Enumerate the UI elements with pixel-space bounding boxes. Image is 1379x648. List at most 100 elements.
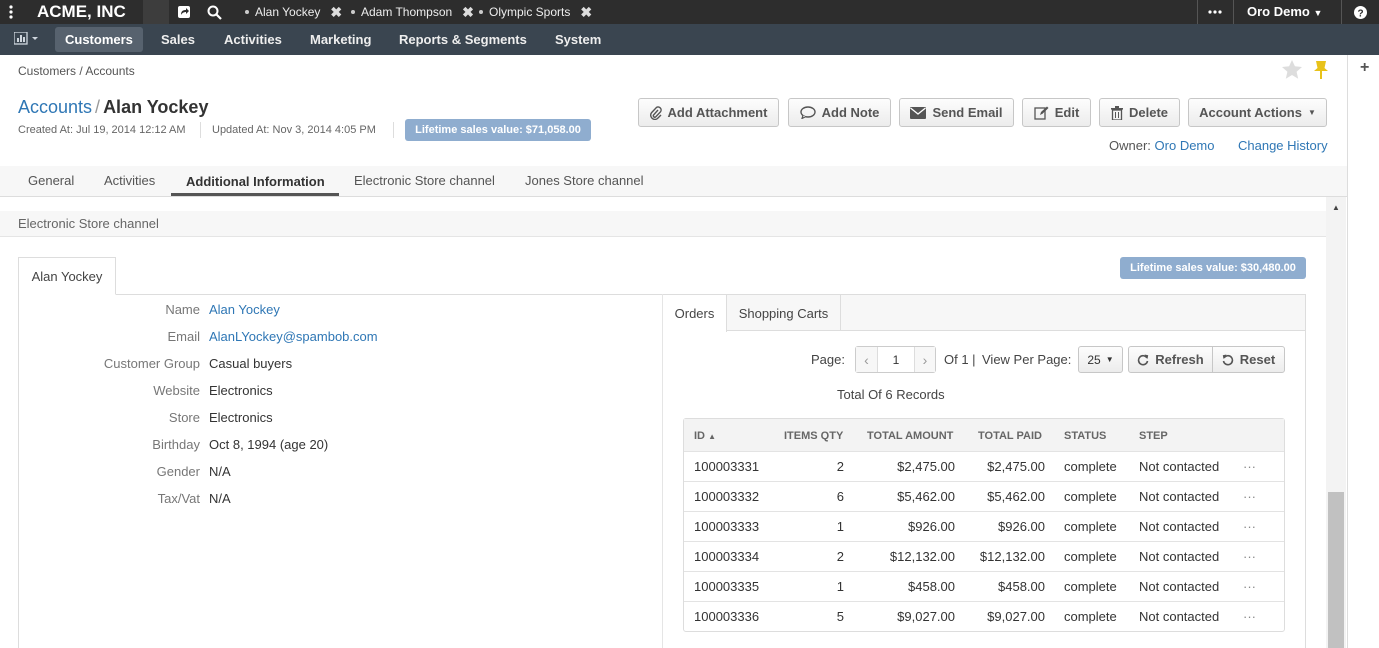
title-separator: / — [95, 97, 101, 117]
divider — [1197, 0, 1198, 24]
column-header-status[interactable]: STATUS — [1064, 430, 1106, 442]
column-header-id[interactable]: ID ▲ — [694, 430, 716, 442]
cell-step: Not contacted — [1139, 519, 1220, 534]
svg-text:?: ? — [1357, 8, 1363, 19]
edit-button[interactable]: Edit — [1022, 98, 1091, 127]
table-row[interactable]: 100003336 5 $9,027.00 $9,027.00 complete… — [684, 601, 1284, 631]
tab-electronic-store-channel[interactable]: Electronic Store channel — [354, 173, 495, 195]
scrollbar-thumb[interactable] — [1328, 492, 1344, 648]
tab-activities[interactable]: Activities — [104, 173, 155, 195]
subtab-orders-label: Orders — [674, 306, 715, 321]
cell-qty: 2 — [836, 549, 844, 564]
cell-id: 100003335 — [694, 579, 760, 594]
send-email-button[interactable]: Send Email — [899, 98, 1014, 127]
customer-tab[interactable]: Alan Yockey — [18, 257, 116, 295]
share-icon[interactable] — [173, 0, 195, 24]
reset-label: Reset — [1239, 352, 1276, 367]
add-attachment-button[interactable]: Add Attachment — [638, 98, 779, 127]
row-actions-icon[interactable]: ··· — [1243, 452, 1256, 482]
add-widget-icon[interactable]: + — [1360, 59, 1369, 77]
field-value-email[interactable]: AlanLYockey@spambob.com — [209, 329, 378, 344]
field-value-name[interactable]: Alan Yockey — [209, 302, 280, 317]
brand-logo[interactable]: ACME, INC — [37, 0, 126, 24]
cell-amount: $2,475.00 — [897, 459, 955, 474]
star-icon[interactable] — [1282, 60, 1302, 82]
delete-button[interactable]: Delete — [1099, 98, 1180, 127]
close-icon[interactable]: ✖ — [580, 4, 592, 21]
nav-marketing[interactable]: Marketing — [300, 27, 381, 52]
row-actions-icon[interactable]: ··· — [1243, 602, 1256, 632]
refresh-button[interactable]: Refresh — [1128, 346, 1213, 373]
table-row[interactable]: 100003331 2 $2,475.00 $2,475.00 complete… — [684, 451, 1284, 481]
page-input[interactable]: 1 — [878, 347, 914, 372]
cell-paid: $9,027.00 — [987, 609, 1045, 624]
table-row[interactable]: 100003334 2 $12,132.00 $12,132.00 comple… — [684, 541, 1284, 571]
column-header-total-amount[interactable]: TOTAL AMOUNT — [867, 430, 953, 442]
refresh-label: Refresh — [1155, 352, 1204, 367]
nav-sales[interactable]: Sales — [151, 27, 205, 52]
refresh-icon — [1138, 354, 1149, 365]
column-header-items-qty[interactable]: ITEMS QTY — [784, 430, 843, 442]
cell-step: Not contacted — [1139, 459, 1220, 474]
subtab-shopping-carts[interactable]: Shopping Carts — [727, 295, 841, 331]
column-header-step[interactable]: STEP — [1139, 430, 1168, 442]
per-page-value: 25 — [1087, 352, 1101, 367]
column-header-total-paid[interactable]: TOTAL PAID — [978, 430, 1042, 442]
caret-down-icon: ▼ — [1313, 8, 1323, 18]
chevron-right-icon[interactable]: › — [914, 347, 935, 372]
table-row[interactable]: 100003333 1 $926.00 $926.00 complete Not… — [684, 511, 1284, 541]
app-menu-icon[interactable] — [0, 0, 22, 24]
cell-status: complete — [1064, 579, 1117, 594]
cell-amount: $926.00 — [908, 519, 955, 534]
nav-activities[interactable]: Activities — [214, 27, 292, 52]
owner-info: Owner: Oro Demo — [1109, 138, 1215, 153]
nav-customers[interactable]: Customers — [55, 27, 143, 52]
cell-status: complete — [1064, 609, 1117, 624]
search-icon[interactable] — [203, 0, 225, 24]
table-row[interactable]: 100003332 6 $5,462.00 $5,462.00 complete… — [684, 481, 1284, 511]
account-actions-button[interactable]: Account Actions ▼ — [1188, 98, 1327, 127]
row-actions-icon[interactable]: ··· — [1243, 542, 1256, 572]
breadcrumb: Customers / Accounts — [18, 64, 135, 78]
owner-link[interactable]: Oro Demo — [1155, 138, 1215, 153]
table-row[interactable]: 100003335 1 $458.00 $458.00 complete Not… — [684, 571, 1284, 601]
pin-icon[interactable] — [1313, 60, 1329, 83]
field-label-store: Store — [168, 410, 200, 425]
cell-qty: 2 — [836, 459, 844, 474]
subtab-orders[interactable]: Orders — [663, 295, 727, 332]
cell-status: complete — [1064, 519, 1117, 534]
add-note-button[interactable]: Add Note — [788, 98, 891, 127]
row-actions-icon[interactable]: ··· — [1243, 572, 1256, 602]
row-actions-icon[interactable]: ··· — [1243, 512, 1256, 542]
dashboard-icon[interactable] — [13, 31, 40, 49]
pinned-tab[interactable]: Adam Thompson ✖ — [351, 0, 474, 24]
pinned-tab[interactable]: Olympic Sports ✖ — [479, 0, 592, 24]
reset-button[interactable]: Reset — [1212, 346, 1285, 373]
divider — [393, 122, 394, 138]
tab-general[interactable]: General — [28, 173, 74, 195]
close-icon[interactable]: ✖ — [330, 4, 342, 21]
more-icon[interactable] — [1205, 0, 1225, 24]
pinned-tab[interactable]: Alan Yockey ✖ — [245, 0, 342, 24]
nav-system[interactable]: System — [545, 27, 611, 52]
caret-down-icon: ▼ — [1307, 108, 1316, 117]
user-menu-label: Oro Demo — [1247, 4, 1310, 19]
user-menu[interactable]: Oro Demo ▼ — [1247, 0, 1322, 24]
cell-qty: 1 — [836, 519, 844, 534]
change-history-link[interactable]: Change History — [1238, 138, 1328, 153]
per-page-select[interactable]: 25 ▼ — [1078, 346, 1123, 373]
parent-link[interactable]: Accounts — [18, 97, 92, 118]
chevron-left-icon[interactable]: ‹ — [856, 347, 878, 372]
row-actions-icon[interactable]: ··· — [1243, 482, 1256, 512]
help-icon[interactable]: ? — [1352, 0, 1368, 24]
top-bar: ACME, INC Alan Yockey ✖ Adam Thompson ✖ Ol… — [0, 0, 1379, 24]
send-email-label: Send Email — [932, 105, 1003, 120]
close-icon[interactable]: ✖ — [462, 4, 474, 21]
cell-id: 100003334 — [694, 549, 760, 564]
tab-jones-store-channel[interactable]: Jones Store channel — [525, 173, 644, 195]
scroll-up-icon[interactable]: ▲ — [1332, 203, 1340, 212]
field-label-gender: Gender — [156, 464, 200, 479]
nav-reports-segments[interactable]: Reports & Segments — [389, 27, 537, 52]
cell-qty: 5 — [836, 609, 844, 624]
field-value-tax-vat: N/A — [209, 491, 231, 506]
